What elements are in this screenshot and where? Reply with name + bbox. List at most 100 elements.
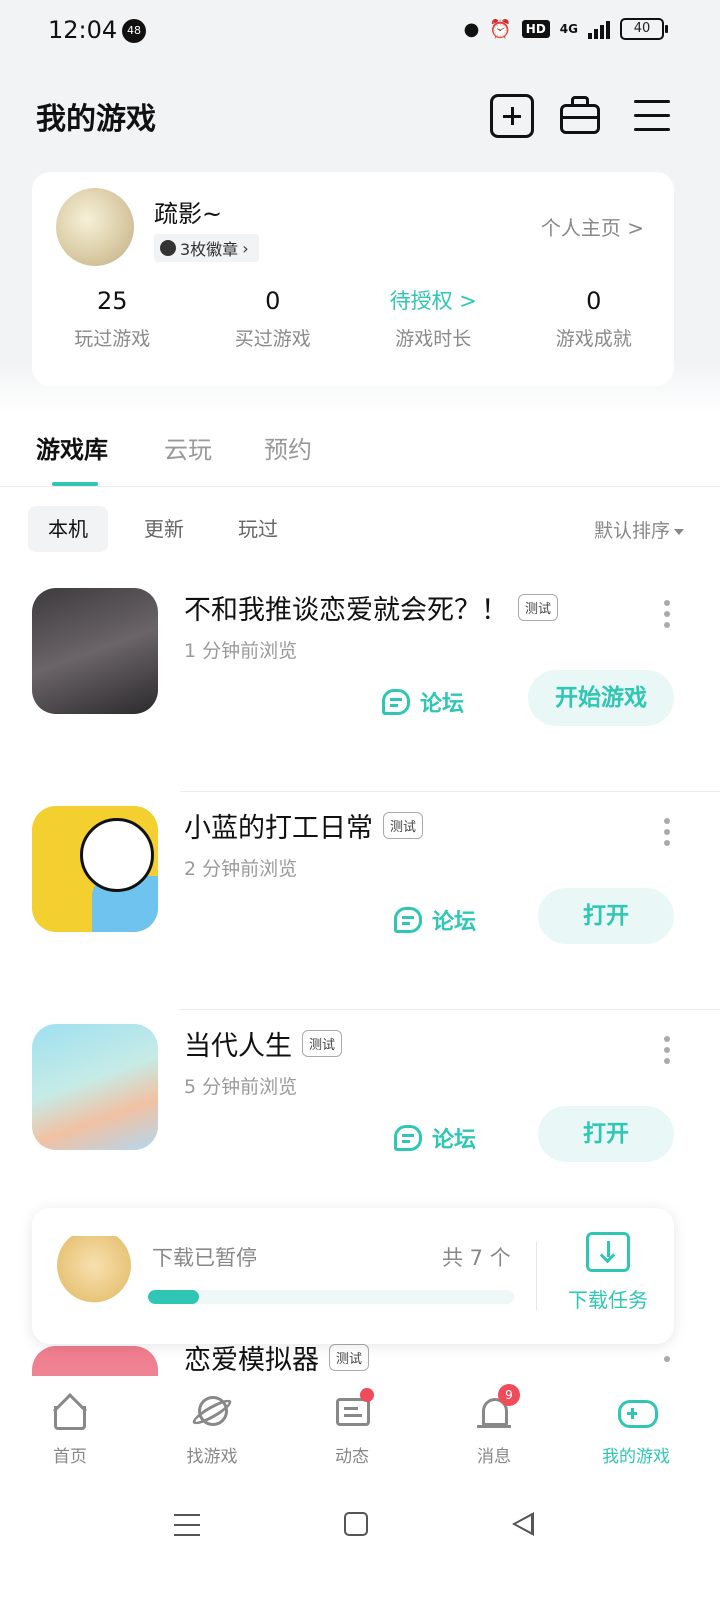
nav-home[interactable]: 首页 xyxy=(10,1392,130,1467)
toolbox-button[interactable] xyxy=(558,94,602,138)
bell-icon: 9 xyxy=(474,1384,520,1432)
more-options-button[interactable] xyxy=(664,1356,672,1376)
forum-icon xyxy=(382,689,410,715)
back-button[interactable] xyxy=(512,1512,534,1536)
download-status-card[interactable]: 下载已暂停 共 7 个 下载任务 xyxy=(32,1208,674,1344)
test-tag: 测试 xyxy=(302,1030,343,1057)
notification-count-badge: 48 xyxy=(122,19,146,43)
stat-label: 玩过游戏 xyxy=(74,328,151,350)
page-title: 我的游戏 xyxy=(36,102,156,137)
game-icon[interactable] xyxy=(32,1024,158,1150)
forum-button[interactable]: 论坛 xyxy=(394,1118,476,1158)
status-time: 12:04 xyxy=(48,16,118,44)
nav-label: 动态 xyxy=(335,1447,369,1467)
stat-achievements[interactable]: 0 游戏成就 xyxy=(514,284,675,351)
avatar[interactable] xyxy=(56,188,134,266)
test-tag: 测试 xyxy=(518,594,559,621)
more-options-button[interactable] xyxy=(664,818,672,846)
profile-stats: 25 玩过游戏 0 买过游戏 待授权 > 游戏时长 0 游戏成就 xyxy=(32,284,674,351)
download-progress-bar xyxy=(148,1290,514,1304)
game-icon[interactable] xyxy=(32,1346,158,1376)
forum-label: 论坛 xyxy=(420,692,465,717)
open-game-button[interactable]: 打开 xyxy=(538,1106,674,1162)
stat-value: 0 xyxy=(265,287,281,315)
nav-label: 消息 xyxy=(477,1447,511,1467)
filter-row: 本机 更新 玩过 默认排序 xyxy=(0,500,720,556)
forum-button[interactable]: 论坛 xyxy=(394,900,476,940)
status-bar: 12:04 48 ● ⏰ HD 4G 40 xyxy=(0,0,720,64)
open-game-button[interactable]: 打开 xyxy=(538,888,674,944)
battery-icon: 40 xyxy=(620,18,668,40)
tab-reservations[interactable]: 预约 xyxy=(264,430,312,465)
filter-played[interactable]: 玩过 xyxy=(218,506,298,552)
last-viewed-text: 1 分钟前浏览 xyxy=(184,640,298,662)
stat-bought-games[interactable]: 0 买过游戏 xyxy=(193,284,354,351)
test-tag: 测试 xyxy=(383,812,424,839)
stat-label: 买过游戏 xyxy=(234,328,311,350)
divider xyxy=(536,1242,537,1310)
game-icon[interactable] xyxy=(32,588,158,714)
forum-button[interactable]: 论坛 xyxy=(382,682,464,722)
recent-apps-button[interactable] xyxy=(174,1514,200,1536)
download-tasks-label: 下载任务 xyxy=(568,1288,648,1312)
bottom-nav: 首页 找游戏 动态 9 消息 我的游戏 xyxy=(0,1376,720,1482)
test-tag: 测试 xyxy=(329,1344,370,1371)
unread-dot xyxy=(360,1388,374,1402)
hamburger-icon xyxy=(634,100,670,103)
game-list-item[interactable]: 小蓝的打工日常 测试 2 分钟前浏览 论坛 打开 xyxy=(0,792,720,1010)
sort-label: 默认排序 xyxy=(593,520,670,542)
smiley-face-icon xyxy=(80,818,154,892)
hd-icon: HD xyxy=(521,20,550,38)
username[interactable]: 疏影~ xyxy=(154,194,222,229)
stat-label: 游戏成就 xyxy=(555,328,632,350)
download-tasks-button[interactable]: 下载任务 xyxy=(558,1232,658,1313)
tab-cloud-play[interactable]: 云玩 xyxy=(164,430,212,465)
caret-down-icon xyxy=(674,528,684,535)
profile-card: 疏影~ 3枚徽章 › 个人主页 > 25 玩过游戏 0 买过游戏 待授权 > 游… xyxy=(32,172,674,386)
start-game-button[interactable]: 开始游戏 xyxy=(528,670,674,726)
nav-feed[interactable]: 动态 xyxy=(292,1388,412,1467)
more-options-button[interactable] xyxy=(664,600,672,628)
stat-value: 25 xyxy=(96,287,128,315)
nav-label: 找游戏 xyxy=(186,1447,238,1467)
nav-label: 我的游戏 xyxy=(602,1447,670,1467)
last-viewed-text: 5 分钟前浏览 xyxy=(184,1076,298,1098)
nav-messages[interactable]: 9 消息 xyxy=(434,1384,554,1467)
game-list-item[interactable]: 当代人生 测试 5 分钟前浏览 论坛 打开 xyxy=(0,1010,720,1228)
forum-label: 论坛 xyxy=(432,910,477,935)
stat-play-time[interactable]: 待授权 > 游戏时长 xyxy=(353,284,514,351)
forum-label: 论坛 xyxy=(432,1128,477,1153)
stat-played-games[interactable]: 25 玩过游戏 xyxy=(32,284,193,351)
nav-my-games[interactable]: 我的游戏 xyxy=(576,1392,696,1467)
forum-icon xyxy=(394,1125,422,1151)
alarm-icon: ⏰ xyxy=(489,18,512,40)
forum-icon xyxy=(394,907,422,933)
library-tabs: 游戏库 云玩 预约 xyxy=(0,414,720,487)
game-icon[interactable] xyxy=(32,806,158,932)
homepage-link[interactable]: 个人主页 > xyxy=(541,212,644,241)
more-vertical-icon xyxy=(664,1036,670,1042)
signal-icon xyxy=(588,19,610,39)
nav-label: 首页 xyxy=(53,1447,87,1467)
game-name: 不和我推谈恋爱就会死？！ xyxy=(184,595,508,626)
planet-icon xyxy=(189,1392,235,1432)
download-progress-fill xyxy=(148,1290,200,1304)
download-count: 共 7 个 xyxy=(442,1246,511,1270)
header: 我的游戏 疏影~ 3枚徽章 › 个人主页 > 25 玩过游戏 0 买过游戏 待授… xyxy=(0,64,720,414)
sort-dropdown[interactable]: 默认排序 xyxy=(594,516,684,543)
recents-icon xyxy=(174,1514,200,1516)
filter-local[interactable]: 本机 xyxy=(28,506,108,552)
more-options-button[interactable] xyxy=(664,1036,672,1064)
filter-updates[interactable]: 更新 xyxy=(124,506,204,552)
game-list-item[interactable]: 不和我推谈恋爱就会死？！ 测试 1 分钟前浏览 论坛 开始游戏 xyxy=(0,574,720,792)
stat-value: 0 xyxy=(586,287,602,315)
menu-button[interactable] xyxy=(632,94,676,138)
network-type: 4G xyxy=(559,22,578,36)
nav-find-games[interactable]: 找游戏 xyxy=(152,1392,272,1467)
authorize-link[interactable]: 待授权 > xyxy=(353,284,514,318)
medal-badge[interactable]: 3枚徽章 › xyxy=(154,234,259,262)
home-button[interactable] xyxy=(344,1512,368,1536)
tab-library[interactable]: 游戏库 xyxy=(36,430,108,465)
add-game-button[interactable] xyxy=(490,94,534,138)
active-tab-indicator xyxy=(52,482,98,486)
